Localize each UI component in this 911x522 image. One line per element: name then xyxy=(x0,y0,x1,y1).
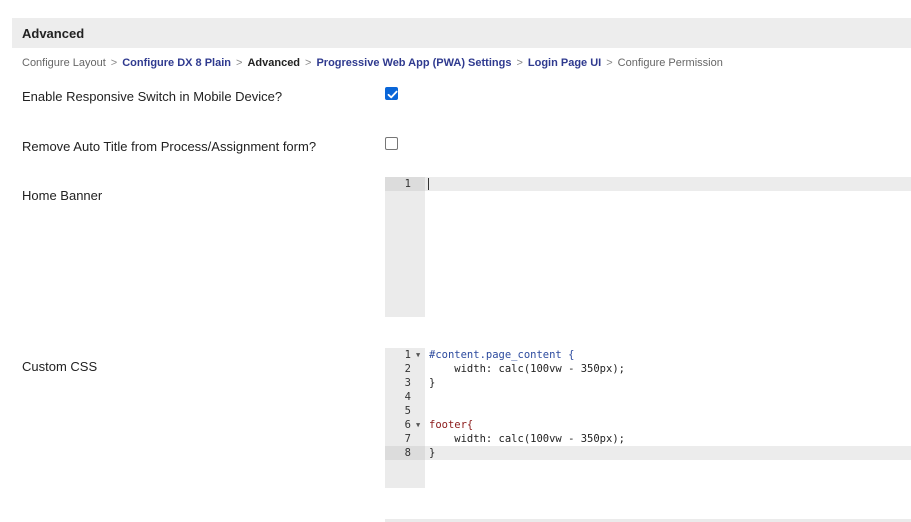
breadcrumb-separator: > xyxy=(305,57,312,69)
home-banner-label: Home Banner xyxy=(22,188,103,203)
fold-arrow-icon[interactable]: ▼ xyxy=(416,348,420,362)
code-text: width: calc(100vw - 350px); xyxy=(429,433,625,445)
checkmark-icon xyxy=(387,90,398,99)
editor-line[interactable]: 6 ▼ footer{ xyxy=(385,418,911,432)
editor-gutter xyxy=(385,177,425,317)
line-number: 1 xyxy=(385,177,425,191)
fold-arrow-icon[interactable]: ▼ xyxy=(416,418,420,432)
section-title: Advanced xyxy=(22,25,85,41)
breadcrumb-separator: > xyxy=(236,57,243,69)
editor-line[interactable]: 7 width: calc(100vw - 350px); xyxy=(385,432,911,446)
editor-line[interactable]: 3 } xyxy=(385,376,911,390)
responsive-switch-checkbox[interactable] xyxy=(385,87,398,100)
breadcrumb-configure-permission[interactable]: Configure Permission xyxy=(618,57,723,69)
editor-line[interactable]: 1 ▼ #content.page_content { xyxy=(385,348,911,362)
editor-line[interactable]: 2 width: calc(100vw - 350px); xyxy=(385,362,911,376)
code-text: footer{ xyxy=(429,419,474,431)
line-number: 7 xyxy=(404,433,411,445)
breadcrumb-configure-dx8-plain[interactable]: Configure DX 8 Plain xyxy=(122,57,231,69)
breadcrumb-login-page-ui[interactable]: Login Page UI xyxy=(528,57,601,69)
editor-cursor xyxy=(428,177,429,191)
remove-auto-title-checkbox[interactable] xyxy=(385,137,398,150)
editor-line[interactable]: 5 xyxy=(385,404,911,418)
breadcrumb-separator: > xyxy=(516,57,523,69)
line-number: 8 xyxy=(385,446,425,460)
breadcrumb-pwa-settings[interactable]: Progressive Web App (PWA) Settings xyxy=(316,57,511,69)
code-text: } xyxy=(429,377,436,389)
breadcrumb-separator: > xyxy=(110,57,118,69)
breadcrumb-advanced: Advanced xyxy=(247,57,301,69)
editor-line[interactable]: 1 xyxy=(385,177,911,191)
breadcrumb: Configure Layout > Configure DX 8 Plain … xyxy=(22,57,723,69)
home-banner-editor[interactable]: 1 xyxy=(385,177,911,317)
editor-line-active[interactable]: 8 } xyxy=(385,446,911,460)
breadcrumb-configure-layout[interactable]: Configure Layout xyxy=(22,57,106,69)
remove-auto-title-label: Remove Auto Title from Process/Assignmen… xyxy=(22,139,317,154)
line-number: 3 xyxy=(404,377,411,389)
responsive-switch-label: Enable Responsive Switch in Mobile Devic… xyxy=(22,89,283,104)
breadcrumb-separator: > xyxy=(606,57,613,69)
line-number: 5 xyxy=(404,405,411,417)
code-text: width: calc(100vw - 350px); xyxy=(429,363,625,375)
section-header: Advanced xyxy=(12,18,911,48)
editor-line[interactable]: 4 xyxy=(385,390,911,404)
line-number: 4 xyxy=(404,391,411,403)
code-text: #content.page_content { xyxy=(429,349,575,361)
line-number: 2 xyxy=(404,363,411,375)
code-text: } xyxy=(429,447,436,459)
custom-css-label: Custom CSS xyxy=(22,359,98,374)
custom-css-editor[interactable]: 1 ▼ #content.page_content { 2 width: cal… xyxy=(385,348,911,488)
